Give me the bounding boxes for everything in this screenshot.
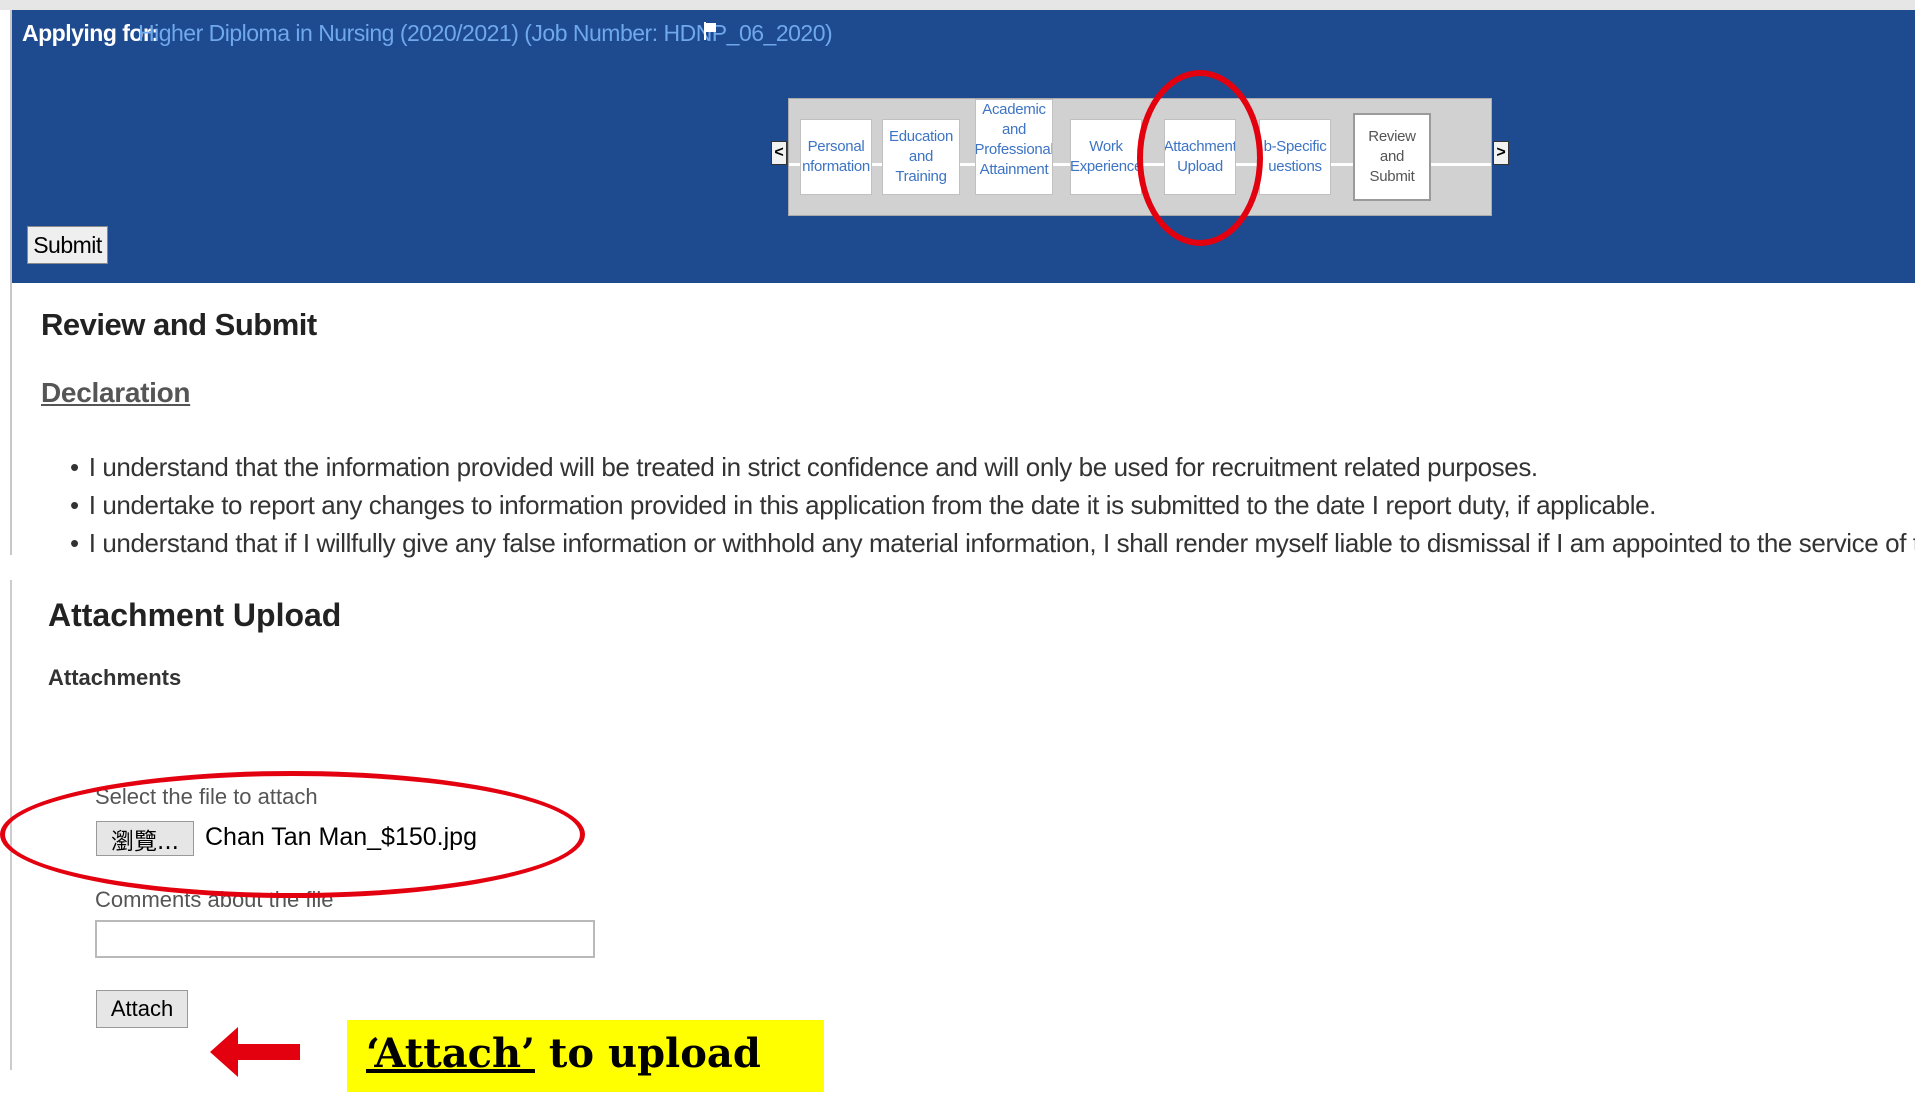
job-title-link[interactable]: Higher Diploma in Nursing (2020/2021) (J… [138,20,833,47]
step-label-line: b-Specific [1263,138,1327,155]
instruction-callout: ‘Attach’ to upload [347,1020,824,1092]
attachment-upload-title: Attachment Upload [48,597,342,633]
declaration-item: I undertake to report any changes to inf… [70,486,1915,524]
attach-button[interactable]: Attach [96,990,188,1028]
step-label-line: Personal [807,138,865,155]
stepper-prev-arrow[interactable]: < [771,141,787,165]
step-label-line: uestions [1268,158,1322,175]
highlight-circle-selected-file [0,771,585,898]
step-label-line: Academic [982,101,1046,118]
step-personal-information[interactable]: Personal nformation [800,119,872,195]
step-review-and-submit[interactable]: Review and Submit [1353,113,1431,201]
attachments-label: Attachments [48,665,182,690]
step-label-line: and [1001,121,1027,138]
step-label-line: Review and [1368,128,1416,165]
instruction-rest: to upload [534,1030,761,1077]
step-work-experience[interactable]: Work Experience [1070,119,1142,195]
pointer-arrow-icon [210,1027,300,1077]
step-label-line: Work [1089,138,1123,155]
submit-button[interactable]: Submit [27,226,108,264]
flag-icon[interactable] [703,21,717,41]
instruction-quoted: ‘Attach’ [366,1030,535,1077]
declaration-item: I understand that the information provid… [70,448,1915,486]
declaration-item: I understand that if I willfully give an… [70,524,1915,562]
step-education-and-training[interactable]: Education and Training [882,119,960,195]
step-label-line: and Training [895,148,947,185]
top-divider [0,0,1915,10]
step-academic-professional-attainment[interactable]: Academic and Professional Attainment [975,99,1053,195]
step-job-specific-questions[interactable]: b-Specific uestions [1259,119,1331,195]
page-title: Review and Submit [41,307,317,342]
stepper-next-arrow[interactable]: > [1493,141,1509,165]
step-label-line: nformation [802,158,870,175]
step-label-line: Experience [1070,158,1142,175]
step-label-line: Attainment [979,161,1049,178]
step-label-line: Professional [975,141,1053,158]
declaration-heading: Declaration [41,377,191,408]
comments-input[interactable] [95,920,595,958]
declaration-list: I understand that the information provid… [70,448,1915,562]
instruction-text: ‘Attach’ to upload [366,1030,761,1077]
highlight-circle-attachment-step [1137,70,1263,246]
step-label-line: Education [888,128,954,145]
step-label-line: Submit [1369,168,1415,185]
